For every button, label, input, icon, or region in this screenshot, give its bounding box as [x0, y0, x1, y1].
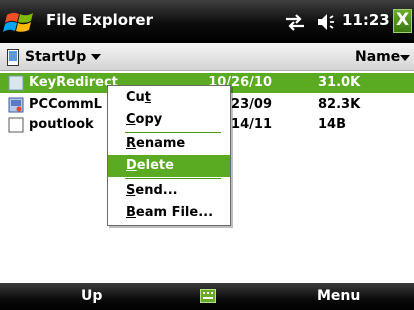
softkey-bar: Up Menu: [0, 283, 414, 310]
chevron-down-icon[interactable]: [91, 54, 101, 61]
app-title: File Explorer: [46, 11, 153, 29]
menu-item-beam-file[interactable]: Beam File...: [108, 202, 230, 224]
file-size: 14B: [318, 117, 346, 132]
keyboard-icon[interactable]: [200, 289, 216, 303]
menu-item-rename[interactable]: Rename: [108, 133, 230, 155]
title-bar: File Explorer 11:23 X: [0, 0, 414, 43]
menu-item-cut[interactable]: Cut: [108, 87, 230, 109]
softkey-menu[interactable]: Menu: [317, 288, 360, 304]
windows-flag-icon[interactable]: [3, 5, 37, 39]
folder-icon: [7, 49, 19, 66]
file-size: 31.0K: [318, 75, 361, 90]
file-name: KeyRedirect: [29, 75, 118, 90]
folder-dropdown[interactable]: StartUp: [25, 49, 86, 65]
file-name: poutlook: [29, 117, 94, 132]
menu-item-send[interactable]: Send...: [108, 180, 230, 202]
close-button[interactable]: X: [393, 9, 412, 33]
speaker-icon[interactable]: [316, 11, 338, 33]
app-shortcut-icon: [8, 97, 24, 113]
file-generic-icon: [8, 75, 24, 91]
context-menu: Cut Copy Rename Delete Send... Beam File…: [107, 85, 231, 226]
file-name: PCCommL: [29, 97, 102, 112]
file-generic-icon: [8, 117, 24, 133]
chevron-down-icon[interactable]: [400, 55, 410, 62]
sort-dropdown[interactable]: Name: [355, 49, 400, 65]
connectivity-arrows-icon[interactable]: [282, 11, 308, 33]
menu-item-delete[interactable]: Delete: [108, 155, 230, 177]
menu-item-copy[interactable]: Copy: [108, 109, 230, 131]
clock[interactable]: 11:23: [342, 11, 390, 29]
file-size: 82.3K: [318, 97, 361, 112]
menu-separator: [125, 178, 221, 179]
folder-bar: StartUp Name: [0, 43, 414, 71]
softkey-up[interactable]: Up: [81, 288, 102, 304]
